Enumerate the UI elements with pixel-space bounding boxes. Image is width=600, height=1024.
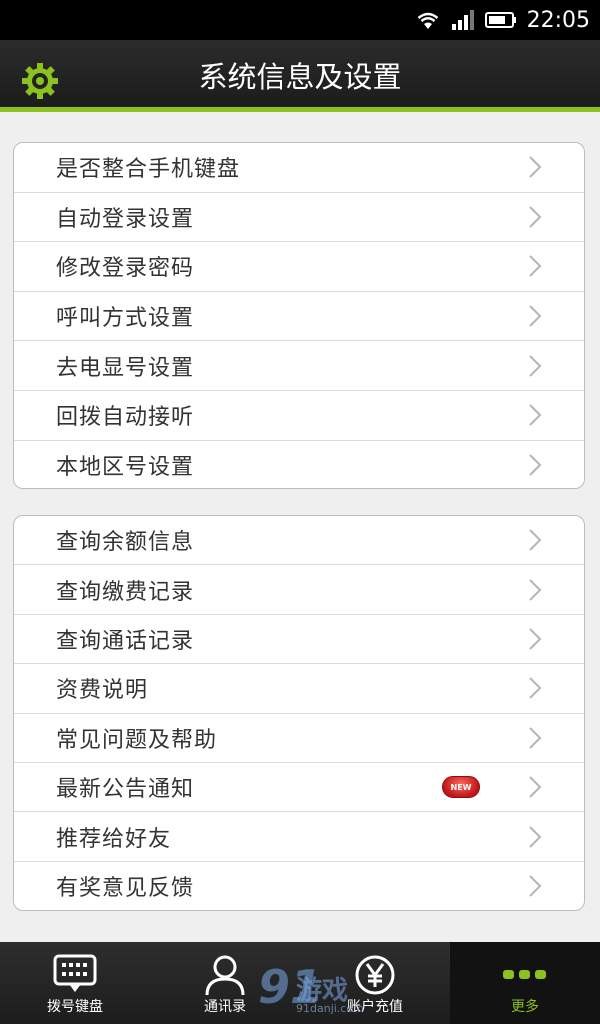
list-item-label: 修改登录密码 xyxy=(56,256,195,282)
list-item-faq-help[interactable]: 常见问题及帮助 xyxy=(14,714,584,763)
chevron-right-icon xyxy=(529,727,542,749)
chevron-right-icon xyxy=(529,628,542,650)
nav-dialpad[interactable]: 拨号键盘 xyxy=(0,942,150,1024)
list-item-area-code[interactable]: 本地区号设置 xyxy=(14,441,584,488)
list-item-label: 回拨自动接听 xyxy=(56,405,195,431)
nav-recharge[interactable]: 账户充值 xyxy=(300,942,450,1024)
list-item-label: 有奖意见反馈 xyxy=(56,876,195,902)
info-group: 查询余额信息 查询缴费记录 查询通话记录 资费说明 常见问题及帮助 最新公告通知… xyxy=(13,515,585,911)
chevron-right-icon xyxy=(529,156,542,179)
list-item-balance[interactable]: 查询余额信息 xyxy=(14,516,584,566)
yen-icon xyxy=(355,955,395,995)
status-icons: 22:05 xyxy=(415,0,590,40)
nav-label: 拨号键盘 xyxy=(47,999,103,1015)
list-item-label: 常见问题及帮助 xyxy=(56,727,218,753)
list-item-keyboard-integration[interactable]: 是否整合手机键盘 xyxy=(14,143,584,193)
status-time: 22:05 xyxy=(526,7,590,33)
chevron-right-icon xyxy=(529,776,542,798)
list-item-feedback[interactable]: 有奖意见反馈 xyxy=(14,862,584,910)
chevron-right-icon xyxy=(529,255,542,278)
list-item-label: 资费说明 xyxy=(56,678,149,704)
bottom-nav: 拨号键盘 通讯录 账户充值 更多 xyxy=(0,942,600,1024)
nav-more[interactable]: 更多 xyxy=(450,942,600,1024)
list-item-recommend[interactable]: 推荐给好友 xyxy=(14,812,584,862)
chevron-right-icon xyxy=(529,825,542,848)
list-item-label: 去电显号设置 xyxy=(56,355,195,381)
chevron-right-icon xyxy=(529,875,542,898)
page-title: 系统信息及设置 xyxy=(198,60,402,94)
chevron-right-icon xyxy=(529,454,542,477)
chevron-right-icon xyxy=(529,404,542,426)
list-item-label: 自动登录设置 xyxy=(56,206,195,232)
chevron-right-icon xyxy=(529,305,542,327)
list-item-call-mode[interactable]: 呼叫方式设置 xyxy=(14,292,584,342)
list-item-caller-id[interactable]: 去电显号设置 xyxy=(14,341,584,391)
chevron-right-icon xyxy=(529,677,542,700)
list-item-label: 呼叫方式设置 xyxy=(56,306,195,332)
list-item-label: 查询通话记录 xyxy=(56,628,195,654)
battery-icon xyxy=(484,12,516,28)
title-bar: 系统信息及设置 xyxy=(0,40,600,112)
signal-icon xyxy=(451,10,474,30)
list-item-announcements[interactable]: 最新公告通知 NEW xyxy=(14,763,584,813)
dialpad-icon xyxy=(53,954,97,992)
status-bar: 22:05 xyxy=(0,0,600,40)
contacts-icon xyxy=(205,955,245,996)
nav-contacts[interactable]: 通讯录 xyxy=(150,942,300,1024)
nav-label: 通讯录 xyxy=(204,999,246,1015)
new-badge: NEW xyxy=(442,776,480,799)
list-item-label: 是否整合手机键盘 xyxy=(56,157,241,183)
nav-label: 账户充值 xyxy=(347,999,403,1015)
list-item-auto-login[interactable]: 自动登录设置 xyxy=(14,193,584,243)
chevron-right-icon xyxy=(529,206,542,228)
more-icon xyxy=(503,970,546,979)
list-item-label: 最新公告通知 xyxy=(56,777,195,803)
list-item-rates[interactable]: 资费说明 xyxy=(14,664,584,714)
list-item-label: 本地区号设置 xyxy=(56,455,195,481)
wifi-icon xyxy=(417,12,438,29)
chevron-right-icon xyxy=(529,529,542,551)
list-item-label: 查询缴费记录 xyxy=(56,579,195,605)
chevron-right-icon xyxy=(529,354,542,377)
list-item-label: 查询余额信息 xyxy=(56,530,195,556)
list-item-label: 推荐给好友 xyxy=(56,826,172,852)
nav-label: 更多 xyxy=(511,999,539,1015)
list-item-callback-auto-answer[interactable]: 回拨自动接听 xyxy=(14,391,584,441)
list-item-payment-records[interactable]: 查询缴费记录 xyxy=(14,565,584,615)
list-item-call-records[interactable]: 查询通话记录 xyxy=(14,615,584,665)
list-item-change-password[interactable]: 修改登录密码 xyxy=(14,242,584,292)
settings-group: 是否整合手机键盘 自动登录设置 修改登录密码 呼叫方式设置 去电显号设置 回拨自… xyxy=(13,142,585,489)
chevron-right-icon xyxy=(529,578,542,601)
